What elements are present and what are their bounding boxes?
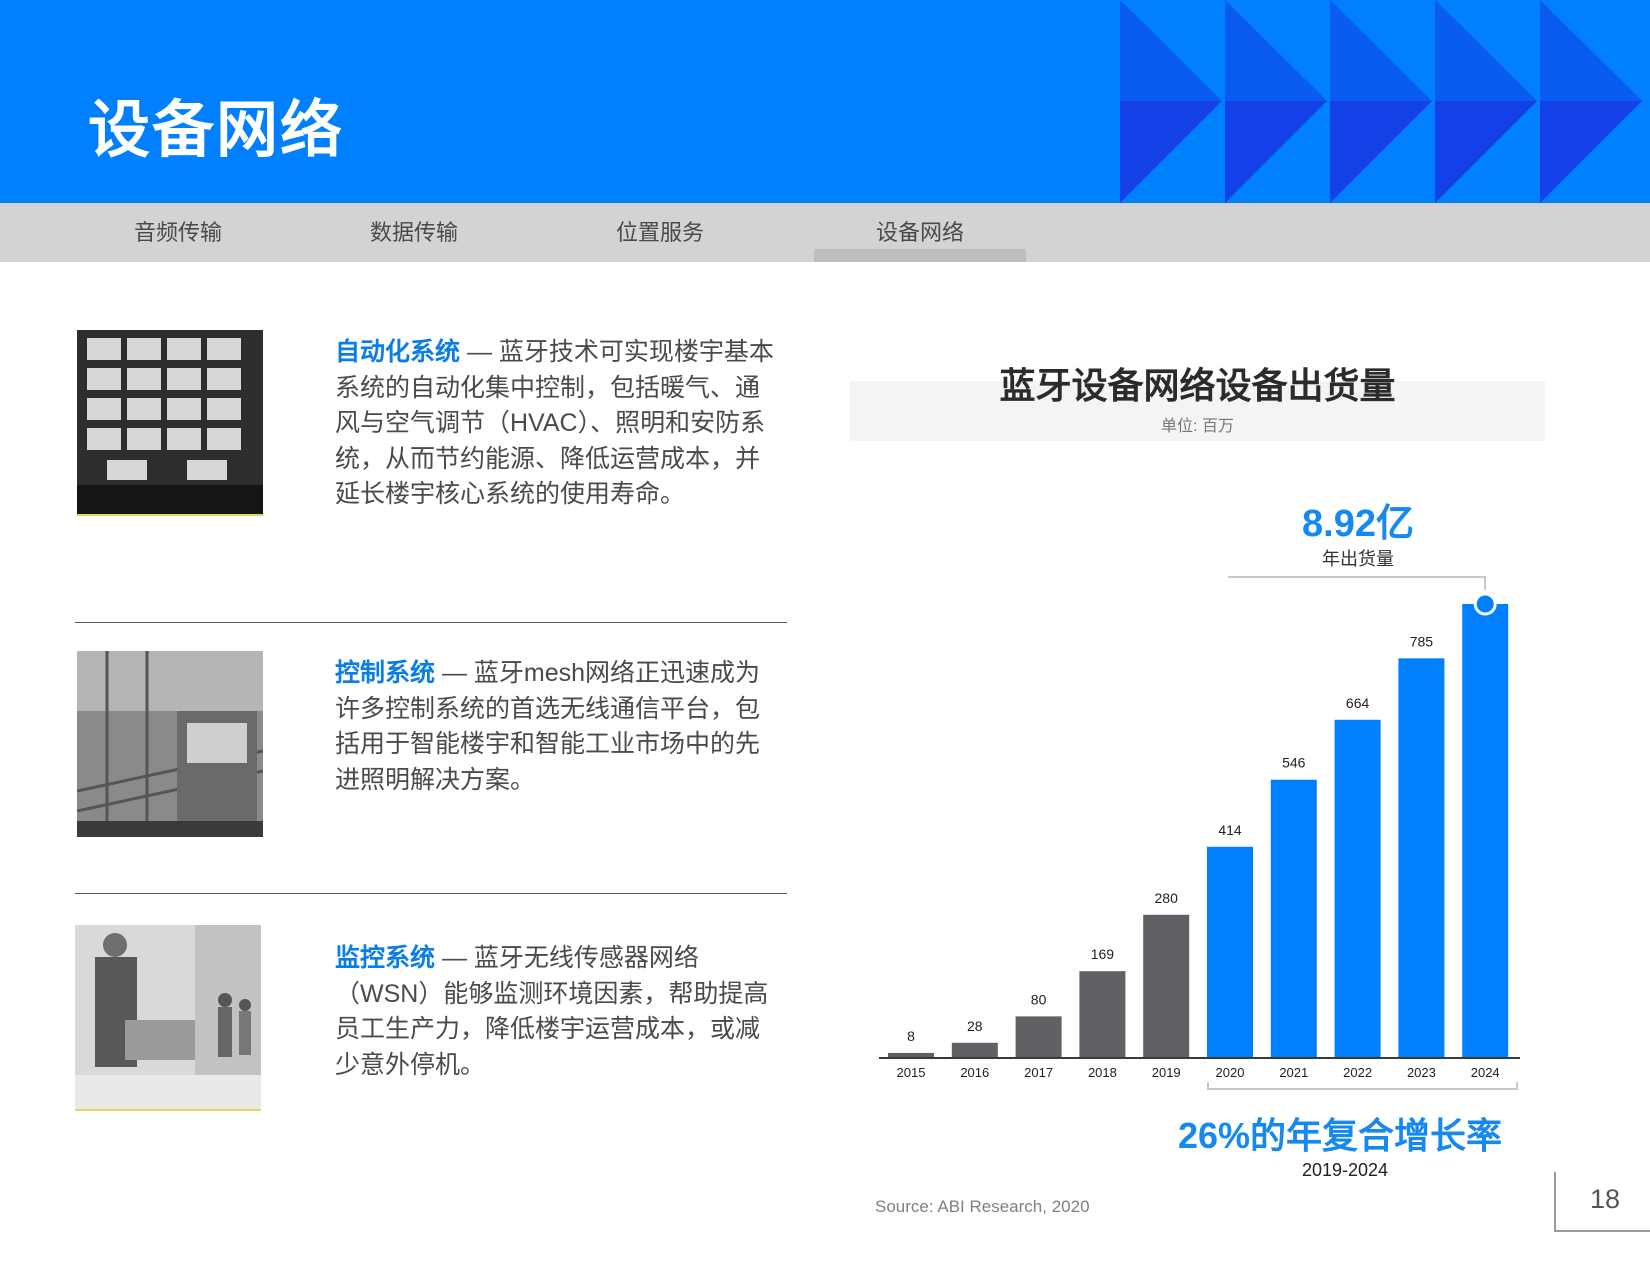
section-divider: [75, 893, 787, 894]
bar-2021: [1270, 779, 1317, 1057]
control-paragraph: 控制系统 — 蓝牙mesh网络正迅速成为许多控制系统的首选无线通信平台，包括用于…: [335, 656, 775, 798]
header-banner: 设备网络: [0, 0, 1650, 203]
monitoring-heading: 监控系统: [335, 944, 436, 972]
source-note: Source: ABI Research, 2020: [875, 1197, 1090, 1216]
factory-photo: [77, 651, 263, 837]
page-number: 18: [1589, 1184, 1621, 1214]
highlight-callout-line: [1228, 576, 1486, 590]
x-tick-label: 2017: [1024, 1065, 1053, 1080]
bar-value-label: 664: [1346, 695, 1370, 711]
tab-data-transfer[interactable]: 数据传输: [370, 203, 458, 262]
bar-value-label: 546: [1282, 755, 1306, 771]
bar-2018: [1079, 971, 1126, 1057]
highlight-value: 8.92亿: [1302, 503, 1414, 545]
x-tick-label: 2019: [1152, 1065, 1181, 1080]
hospital-photo: [75, 925, 261, 1111]
automation-paragraph: 自动化系统 — 蓝牙技术可实现楼宇基本系统的自动化集中控制，包括暖气、通风与空气…: [335, 335, 775, 513]
control-heading: 控制系统: [335, 659, 436, 687]
x-tick-label: 2024: [1471, 1065, 1500, 1080]
cagr-period: 2019-2024: [1301, 1160, 1389, 1180]
tab-audio-streaming[interactable]: 音频传输: [134, 203, 222, 262]
bar-2024: [1462, 604, 1509, 1057]
highlight-label: 年出货量: [1322, 549, 1394, 569]
bar-2019: [1143, 914, 1190, 1057]
bar-2015: [888, 1052, 934, 1057]
bar-2016: [951, 1042, 998, 1057]
x-tick-label: 2020: [1216, 1065, 1245, 1080]
highlight-marker: [1473, 592, 1497, 616]
chevron-decoration-icon: [1120, 0, 1642, 203]
automation-heading: 自动化系统: [335, 338, 461, 366]
building-photo: [77, 330, 263, 516]
x-tick-label: 2021: [1279, 1065, 1308, 1080]
tab-location-services[interactable]: 位置服务: [616, 203, 704, 262]
bar-value-label: 8: [907, 1028, 915, 1044]
page-title: 设备网络: [88, 96, 345, 165]
bar-value-label: 280: [1155, 890, 1179, 906]
x-tick-label: 2018: [1088, 1065, 1117, 1080]
chart-title: 蓝牙设备网络设备出货量: [999, 365, 1396, 406]
cagr-bracket: [1207, 1082, 1518, 1090]
bar-2022: [1334, 719, 1381, 1057]
bar-value-label: 28: [967, 1018, 983, 1034]
monitoring-paragraph: 监控系统 — 蓝牙无线传感器网络（WSN）能够监测环境因素，帮助提高员工生产力，…: [335, 941, 775, 1083]
bar-value-label: 80: [1031, 991, 1047, 1007]
chart-unit: 单位: 百万: [1161, 418, 1234, 435]
bar-2023: [1398, 658, 1445, 1057]
x-tick-label: 2022: [1343, 1065, 1372, 1080]
bar-value-label: 169: [1091, 946, 1115, 962]
cagr-value: 26%的年复合增长率: [1177, 1115, 1503, 1156]
bar-value-label: 785: [1410, 633, 1434, 649]
active-tab-indicator: [814, 249, 1026, 262]
x-tick-label: 2023: [1407, 1065, 1436, 1080]
bar-value-label: 414: [1218, 822, 1242, 838]
x-tick-label: 2015: [897, 1065, 926, 1080]
bar-2020: [1207, 846, 1253, 1057]
bar-2017: [1015, 1016, 1062, 1057]
x-tick-label: 2016: [960, 1065, 989, 1080]
section-divider: [75, 622, 787, 623]
